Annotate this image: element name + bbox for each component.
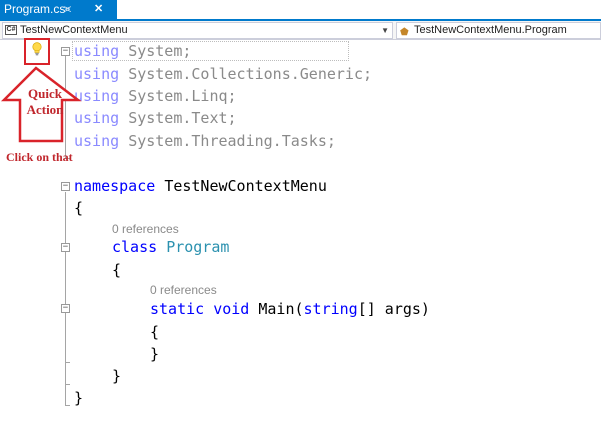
code-line-namespace: namespace TestNewContextMenu — [74, 176, 327, 196]
outline-guide-end — [65, 362, 70, 363]
pin-icon[interactable]: ⪤ — [64, 0, 71, 19]
using-namespace: System; — [128, 42, 192, 60]
quick-action-annotation: Quick Action — [26, 86, 64, 117]
namespace-keyword: namespace — [74, 177, 156, 195]
class-keyword: class — [112, 238, 158, 256]
code-line-using-1: using System; — [74, 41, 191, 61]
code-line-brace: { — [112, 261, 122, 279]
project-dropdown[interactable]: C# TestNewContextMenu ▼ — [2, 22, 393, 39]
outline-guide-end — [65, 405, 70, 406]
using-keyword: using — [74, 42, 120, 60]
chevron-down-icon: ▼ — [381, 26, 389, 35]
csharp-project-icon: C# — [5, 25, 17, 35]
namespace-name: TestNewContextMenu — [164, 177, 327, 195]
collapse-namespace-toggle[interactable]: − — [61, 182, 70, 191]
close-icon[interactable]: ✕ — [94, 0, 103, 19]
method-references-codelens[interactable]: 0 references — [150, 283, 217, 297]
navigation-bar: C# TestNewContextMenu ▼ ⬟ TestNewContext… — [0, 21, 601, 40]
code-line-using-3: using System.Linq; — [74, 86, 237, 106]
code-line-brace: { — [74, 199, 84, 217]
type-dropdown[interactable]: ⬟ TestNewContextMenu.Program — [396, 22, 601, 39]
using-namespace: System.Threading.Tasks; — [128, 132, 336, 150]
lightbulb-icon[interactable] — [31, 42, 43, 56]
static-keyword: static — [150, 300, 205, 318]
tab-label: Program.cs — [4, 2, 66, 16]
outline-guide — [65, 313, 66, 362]
type-dropdown-value: TestNewContextMenu.Program — [414, 24, 567, 36]
code-line-brace: } — [112, 367, 122, 385]
using-namespace: System.Text; — [128, 109, 237, 127]
code-line-brace: { — [150, 323, 160, 341]
param-rest: [] args) — [357, 300, 430, 318]
collapse-class-toggle[interactable]: − — [61, 243, 70, 252]
class-icon: ⬟ — [400, 27, 409, 38]
code-line-brace: } — [74, 389, 84, 407]
code-line-class: class Program — [112, 237, 229, 257]
project-dropdown-value: TestNewContextMenu — [20, 24, 128, 36]
click-on-that-annotation: Click on that — [6, 150, 73, 164]
quick-action-highlight-box — [24, 38, 50, 65]
code-line-using-5: using System.Threading.Tasks; — [74, 131, 336, 151]
code-line-using-4: using System.Text; — [74, 108, 237, 128]
code-editor[interactable]: − − − − using System; using System.Colle… — [0, 41, 601, 447]
tab-strip: Program.cs ⪤ ✕ — [0, 0, 601, 19]
collapse-method-toggle[interactable]: − — [61, 304, 70, 313]
outline-guide-end — [65, 384, 70, 385]
method-name: Main( — [258, 300, 304, 318]
class-references-codelens[interactable]: 0 references — [112, 222, 179, 236]
code-line-using-2: using System.Collections.Generic; — [74, 64, 372, 84]
param-type: string — [303, 300, 358, 318]
code-line-method: static void Main(string[] args) — [150, 299, 430, 319]
code-line-brace: } — [150, 345, 160, 363]
void-keyword: void — [213, 300, 250, 318]
tab-program-cs[interactable]: Program.cs ⪤ ✕ — [0, 0, 117, 19]
using-namespace: System.Collections.Generic; — [128, 65, 373, 83]
using-namespace: System.Linq; — [128, 87, 237, 105]
class-name: Program — [166, 238, 230, 256]
collapse-usings-toggle[interactable]: − — [61, 47, 70, 56]
